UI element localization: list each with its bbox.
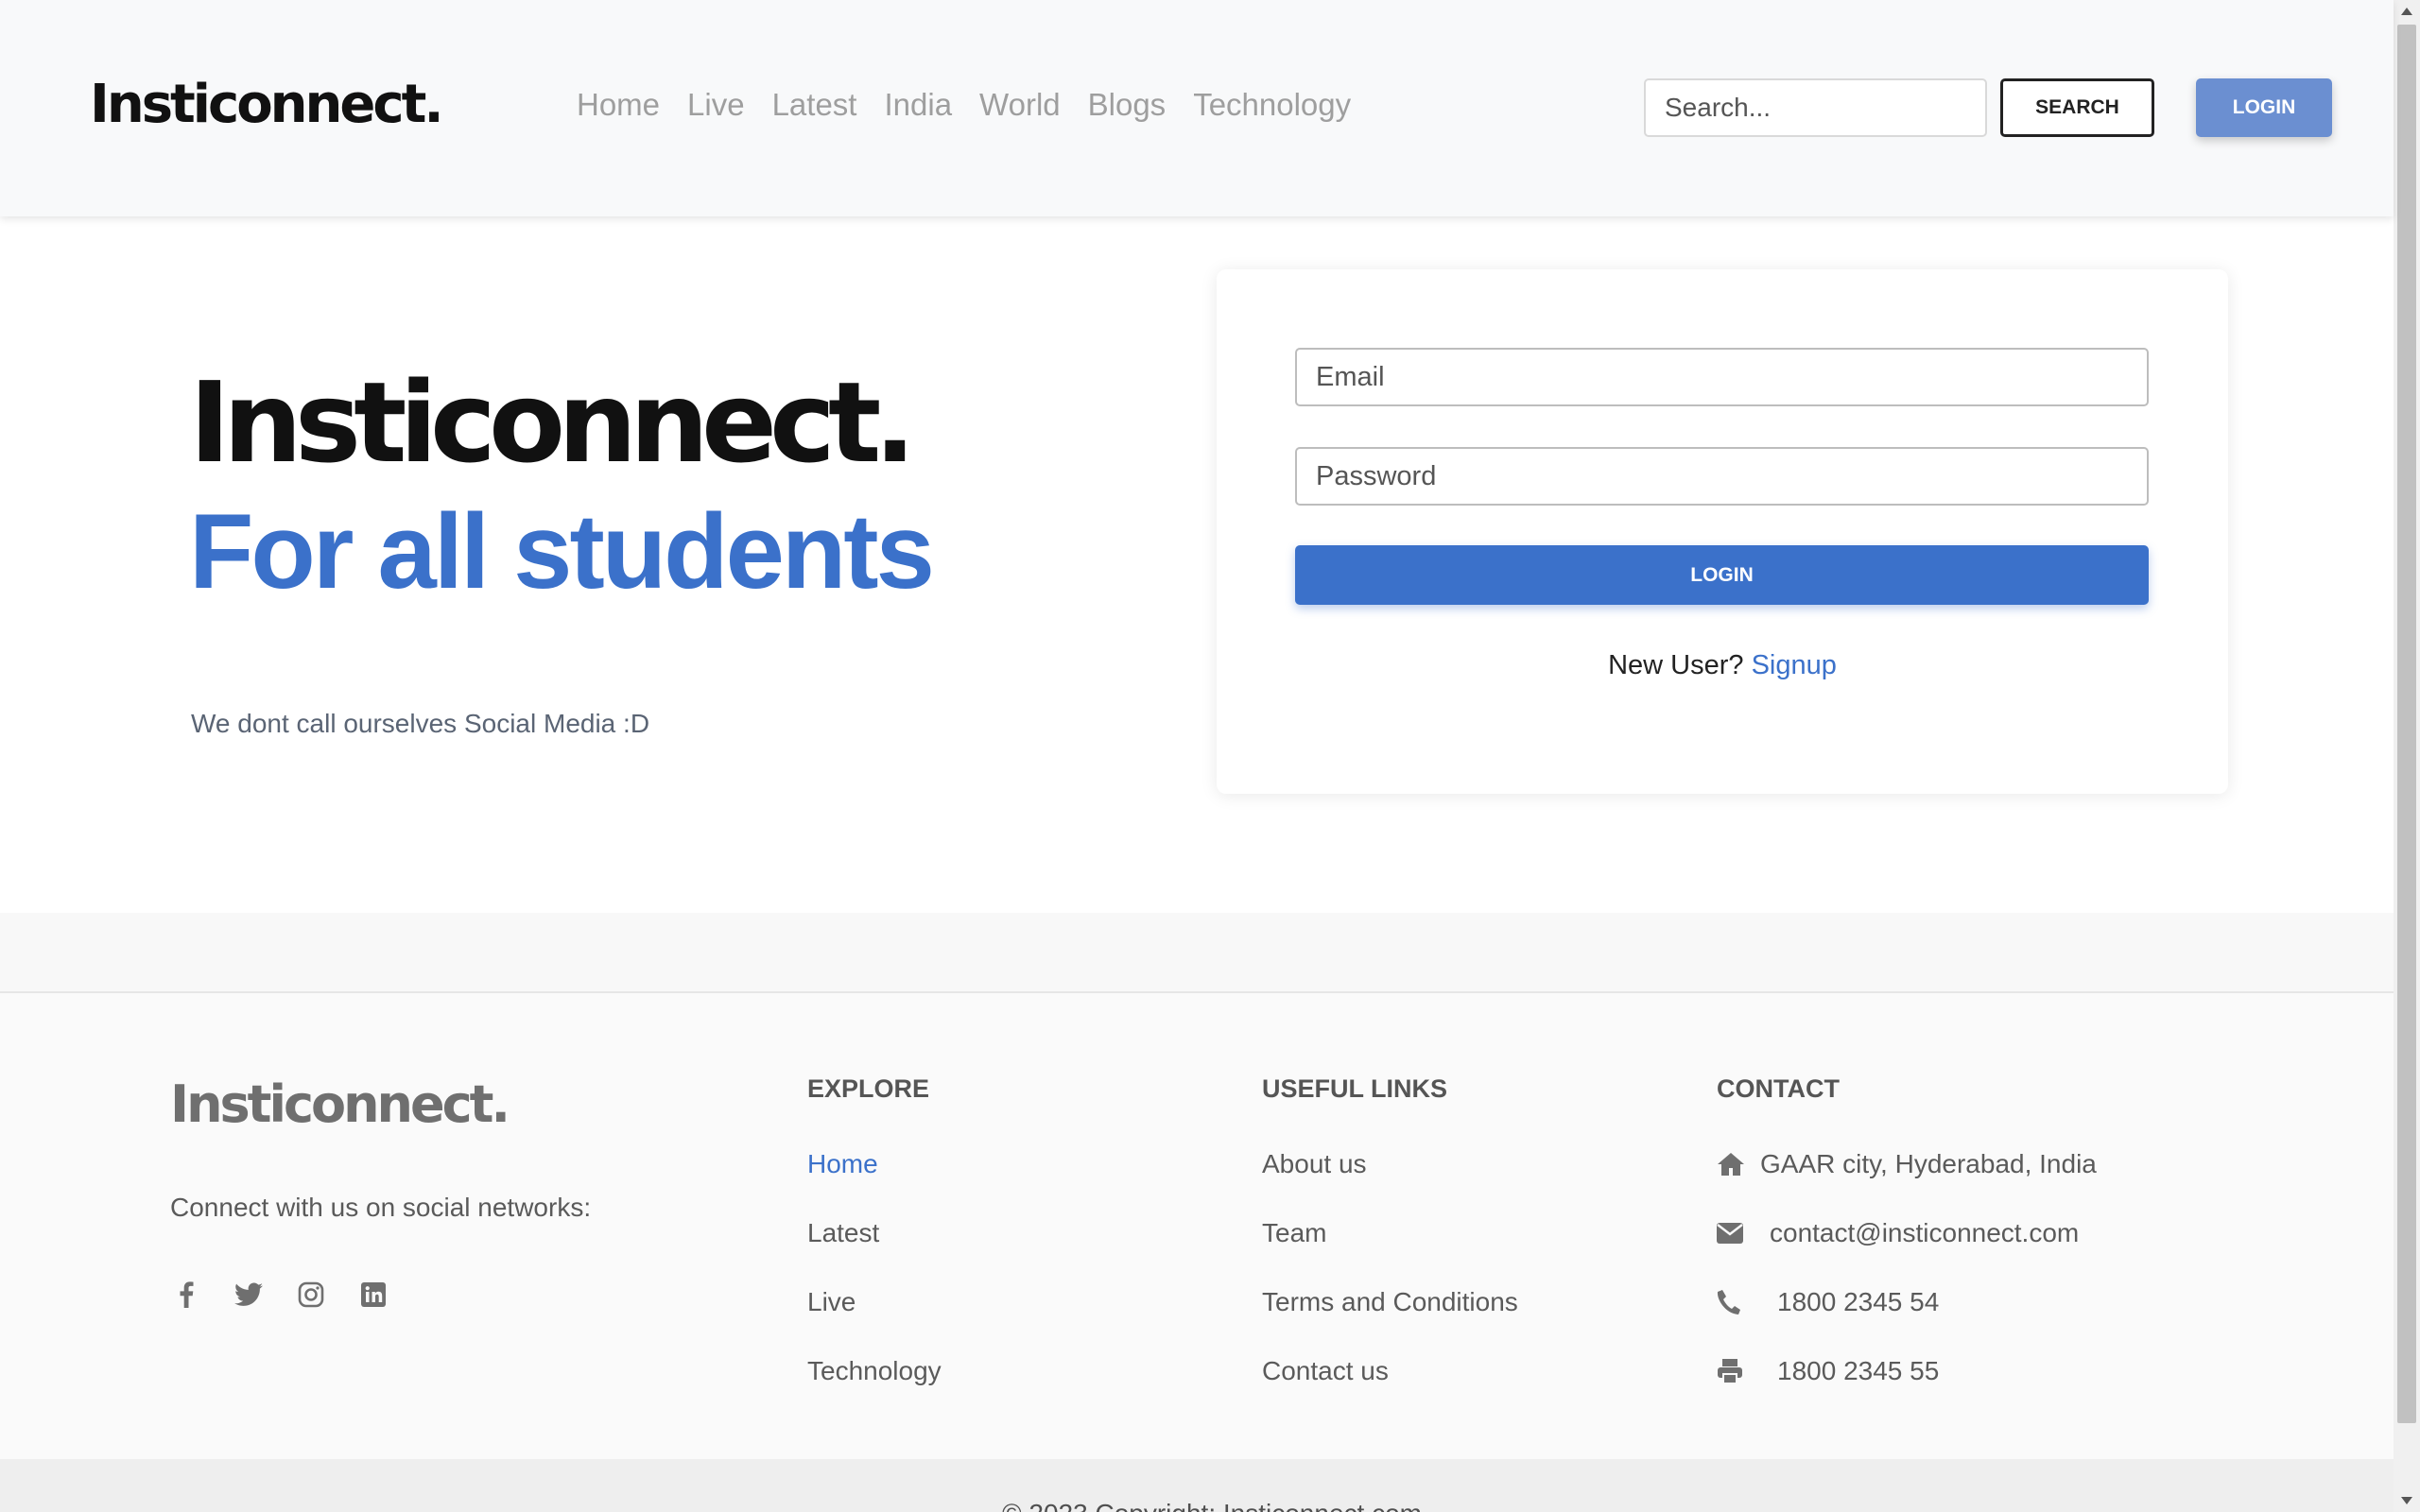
contact-fax-text: 1800 2345 55 (1777, 1356, 1940, 1385)
printer-icon (1718, 1359, 1742, 1384)
contact-email: contact@insticonnect.com (1717, 1217, 2097, 1249)
nav-link-latest[interactable]: Latest (772, 87, 857, 123)
explore-heading: EXPLORE (807, 1074, 930, 1103)
instagram-icon[interactable] (295, 1279, 327, 1311)
phone-icon (1717, 1290, 1740, 1314)
social-links (170, 1279, 389, 1311)
new-user-text: New User? (1608, 650, 1744, 680)
contact-phone: 1800 2345 54 (1717, 1286, 2097, 1318)
nav-links: Home Live Latest India World Blogs Techn… (577, 87, 1351, 123)
footer-link-latest[interactable]: Latest (807, 1217, 942, 1249)
nav-link-home[interactable]: Home (577, 87, 660, 123)
scroll-down-arrow[interactable] (2401, 1497, 2412, 1504)
footer: Insticonnect. Connect with us on social … (0, 993, 2394, 1459)
hero-title: Insticonnect. (189, 357, 916, 488)
contact-email-text[interactable]: contact@insticonnect.com (1770, 1217, 2079, 1249)
scroll-up-arrow[interactable] (2401, 8, 2412, 15)
hero-tagline: We dont call ourselves Social Media :D (191, 709, 650, 738)
footer-link-about-us[interactable]: About us (1262, 1148, 1518, 1180)
facebook-icon[interactable] (170, 1279, 202, 1311)
signup-link[interactable]: Signup (1752, 650, 1837, 680)
linkedin-icon[interactable] (357, 1279, 389, 1311)
nav-link-blogs[interactable]: Blogs (1088, 87, 1167, 123)
footer-link-technology[interactable]: Technology (807, 1355, 942, 1387)
login-card: LOGIN New User? Signup (1217, 269, 2228, 794)
nav-link-india[interactable]: India (884, 87, 952, 123)
search-button[interactable]: SEARCH (2000, 78, 2154, 137)
envelope-icon (1717, 1223, 1743, 1244)
contact-list: GAAR city, Hyderabad, India contact@inst… (1717, 1148, 2097, 1387)
contact-heading: CONTACT (1717, 1074, 1840, 1103)
footer-link-home[interactable]: Home (807, 1148, 942, 1180)
contact-address: GAAR city, Hyderabad, India (1717, 1148, 2097, 1180)
nav-link-world[interactable]: World (979, 87, 1061, 123)
home-icon (1718, 1153, 1744, 1176)
navbar-login-button[interactable]: LOGIN (2196, 78, 2332, 137)
copyright-text: © 2023 Copyright: Insticonnect.com (1002, 1499, 1422, 1512)
useful-links: About us Team Terms and Conditions Conta… (1262, 1148, 1518, 1387)
social-connect-text: Connect with us on social networks: (170, 1193, 592, 1222)
footer-link-team[interactable]: Team (1262, 1217, 1518, 1249)
scrollbar-thumb[interactable] (2397, 25, 2416, 1423)
contact-fax: 1800 2345 55 (1717, 1355, 2097, 1387)
search-input[interactable] (1644, 78, 1987, 137)
footer-link-live[interactable]: Live (807, 1286, 942, 1318)
nav-link-live[interactable]: Live (687, 87, 745, 123)
email-field[interactable] (1295, 348, 2149, 406)
explore-links: Home Latest Live Technology (807, 1148, 942, 1387)
navbar-brand[interactable]: Insticonnect. (90, 74, 444, 135)
footer-brand: Insticonnect. (170, 1074, 510, 1134)
useful-links-heading: USEFUL LINKS (1262, 1074, 1448, 1103)
twitter-icon[interactable] (233, 1279, 265, 1311)
login-button[interactable]: LOGIN (1295, 545, 2149, 605)
page-scrollbar[interactable] (2394, 0, 2420, 1512)
contact-address-text: GAAR city, Hyderabad, India (1760, 1149, 2097, 1178)
signup-line: New User? Signup (1217, 650, 2228, 681)
copyright-bar: © 2023 Copyright: Insticonnect.com (0, 1459, 2394, 1512)
contact-phone-text: 1800 2345 54 (1777, 1287, 1940, 1316)
navbar: Insticonnect. Home Live Latest India Wor… (0, 0, 2394, 216)
footer-link-terms[interactable]: Terms and Conditions (1262, 1286, 1518, 1318)
footer-top-band (0, 913, 2394, 993)
nav-link-technology[interactable]: Technology (1193, 87, 1351, 123)
footer-link-contact-us[interactable]: Contact us (1262, 1355, 1518, 1387)
password-field[interactable] (1295, 447, 2149, 506)
hero-subtitle: For all students (189, 492, 935, 610)
